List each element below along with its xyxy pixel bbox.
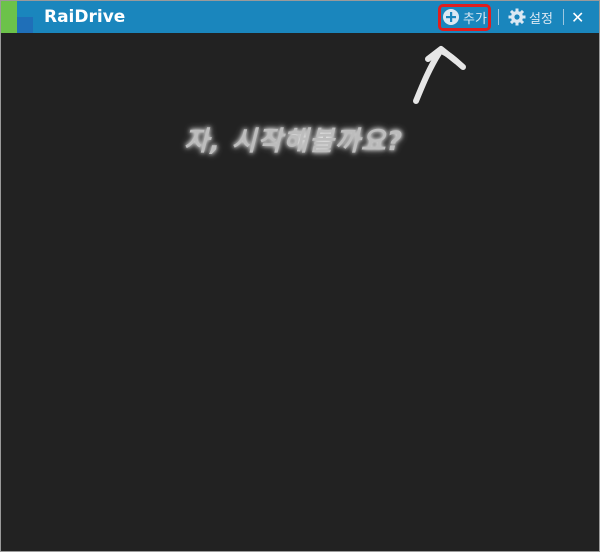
gear-icon [508, 8, 526, 26]
app-title: RaiDrive [44, 7, 126, 27]
close-icon: ✕ [571, 7, 585, 27]
annotation-highlight-box [438, 4, 491, 31]
annotation-arrow-icon [413, 46, 466, 104]
toolbar-separator [563, 9, 564, 25]
raidrive-logo-icon [1, 1, 33, 33]
raidrive-window: RaiDrive 추가 설정 ✕ 자, 시작해볼까요? [0, 0, 600, 552]
toolbar-separator [498, 9, 499, 25]
settings-button-label: 설정 [529, 11, 553, 27]
title-bar[interactable]: RaiDrive 추가 설정 ✕ [1, 1, 599, 33]
annotation-text: 자, 시작해볼까요? [184, 126, 404, 157]
close-button[interactable]: ✕ [571, 6, 584, 28]
settings-button[interactable]: 설정 [508, 6, 553, 28]
